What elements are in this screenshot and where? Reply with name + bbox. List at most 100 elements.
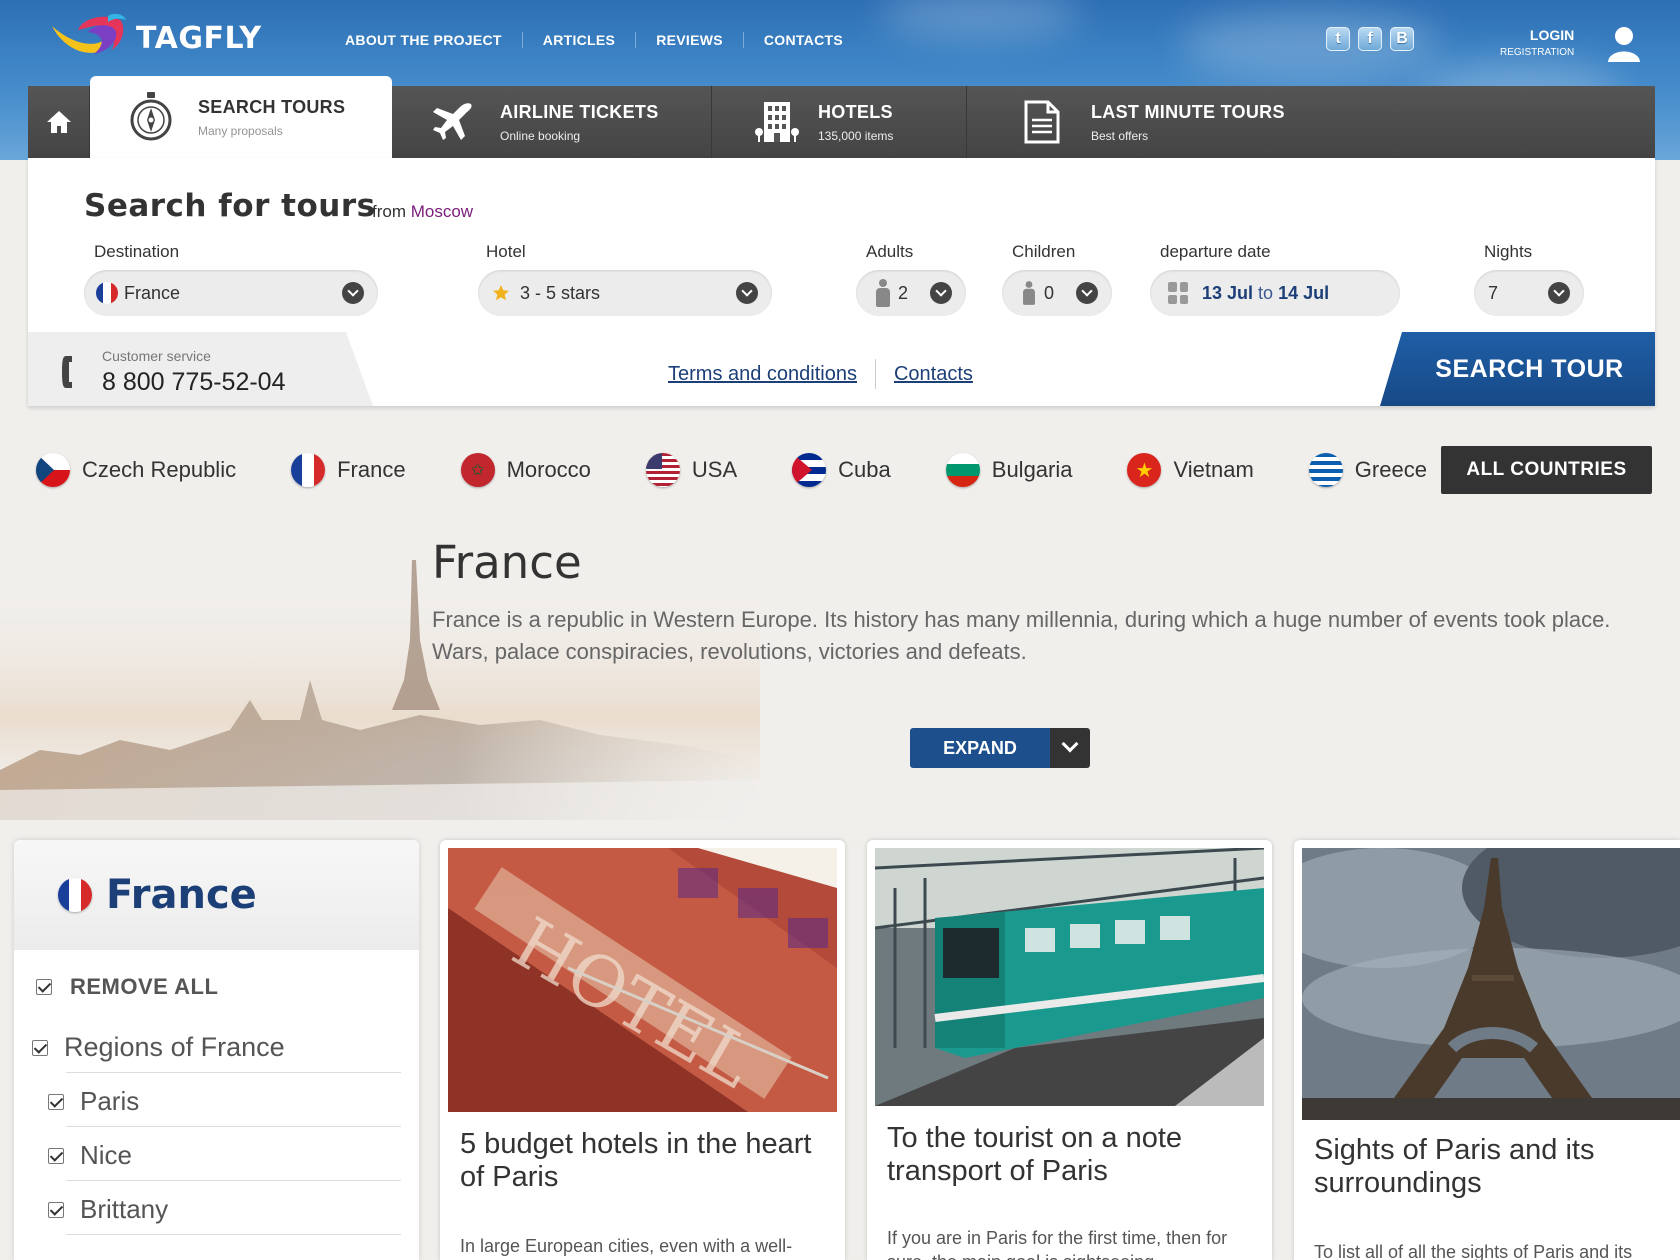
departure-date-picker[interactable]: 13 Jul to 14 Jul [1150,270,1400,316]
region-paris-checkbox[interactable]: Paris [48,1086,139,1117]
date-from: 13 Jul [1202,282,1254,303]
nav-about[interactable]: ABOUT THE PROJECT [345,32,522,48]
country-morocco[interactable]: ✩ Morocco [460,453,591,487]
country-france[interactable]: France [291,453,406,487]
tab-airline-tickets[interactable]: AIRLINE TICKETS Online booking [392,86,712,158]
destination-value: France [124,282,181,303]
nav-contacts[interactable]: CONTACTS [742,32,863,48]
expand-label: EXPAND [910,728,1050,768]
divider [66,1126,401,1127]
tour-search-panel: Search for tours from Moscow Destination… [28,158,1655,406]
chevron-down-icon [736,282,758,304]
cuba-flag-icon [792,453,827,487]
expand-button[interactable]: EXPAND [910,728,1090,768]
logo-icon [52,13,126,54]
departure-city: from Moscow [372,202,473,222]
checkbox-checked-icon [48,1201,64,1218]
description-line: France is a republic in Western Europe. … [432,607,1611,632]
all-countries-button[interactable]: ALL COUNTRIES [1441,446,1652,494]
contacts-link[interactable]: Contacts [894,363,973,386]
service-phone[interactable]: 8 800 775-52-04 [102,368,285,397]
region-brittany-checkbox[interactable]: Brittany [48,1194,168,1225]
twitter-icon[interactable]: t [1326,27,1350,51]
destination-label: Destination [94,242,180,261]
remove-all-label: REMOVE ALL [70,974,219,999]
tab-last-minute-tours[interactable]: LAST MINUTE TOURS Best offers [967,86,1655,158]
country-label: Vietnam [1173,457,1254,482]
login-link[interactable]: LOGIN [1500,27,1574,43]
tab-label: HOTELS [818,101,893,122]
regions-checkbox[interactable]: Regions of France [32,1032,285,1063]
child-icon [1023,281,1035,305]
article-card[interactable]: HOTEL 5 budget hotels in the heart of Pa… [440,840,845,1260]
morocco-flag-icon: ✩ [460,453,495,487]
article-card[interactable]: Sights of Paris and its surroundings To … [1294,840,1680,1260]
tab-sublabel: 135,000 items [818,128,894,143]
country-cuba[interactable]: Cuba [792,453,891,487]
divider [66,1072,401,1073]
facebook-icon[interactable]: f [1358,27,1382,51]
country-czech-republic[interactable]: Czech Republic [36,453,236,487]
children-select[interactable]: 0 [1002,270,1112,316]
vk-icon[interactable]: B [1390,27,1414,51]
checkbox-checked-icon [36,979,52,995]
tab-home[interactable] [28,86,90,158]
region-nice-checkbox[interactable]: Nice [48,1140,132,1171]
registration-link[interactable]: REGISTRATION [1500,47,1574,58]
greece-flag-icon [1308,453,1343,487]
france-flag-icon [58,878,92,912]
hotel-select[interactable]: 3 - 5 stars [478,270,772,316]
nav-reviews[interactable]: REVIEWS [635,32,743,48]
country-vietnam[interactable]: ★ Vietnam [1127,453,1254,487]
sidebar-title: France [106,872,257,918]
adults-value: 2 [898,282,909,303]
search-tour-button[interactable]: SEARCH TOUR [1380,332,1655,406]
divider [66,1180,401,1181]
service-tabs: SEARCH TOURS Many proposals AIRLINE TICK… [28,76,1655,158]
tab-label: LAST MINUTE TOURS [1091,101,1285,122]
article-card[interactable]: To the tourist on a note transport of Pa… [867,840,1272,1260]
region-filter-sidebar: France REMOVE ALL Regions of France Pari… [14,840,419,1260]
tab-label: SEARCH TOURS [198,96,346,117]
tab-search-tours[interactable]: SEARCH TOURS Many proposals [90,76,392,158]
tab-hotels[interactable]: HOTELS 135,000 items [712,86,967,158]
chevron-down-icon [930,282,952,304]
building-icon [755,102,799,142]
country-label: Czech Republic [82,457,237,482]
country-greece[interactable]: Greece [1308,453,1427,487]
brand-logo[interactable]: TAGFLY [48,12,262,64]
divider [66,1234,401,1235]
country-label: Bulgaria [991,457,1073,482]
checkbox-checked-icon [32,1039,48,1056]
country-label: USA [691,457,738,482]
phone-icon [62,356,72,388]
nights-select[interactable]: 7 [1474,270,1584,316]
terms-link[interactable]: Terms and conditions [668,363,857,386]
user-icon[interactable] [1607,26,1641,62]
date-range: 13 Jul to 14 Jul [1202,283,1329,304]
country-usa[interactable]: USA [645,453,738,487]
chevron-down-icon [342,282,364,304]
calendar-icon [1168,282,1188,304]
adults-select[interactable]: 2 [856,270,966,316]
search-title: Search for tours [84,188,376,224]
country-label: Greece [1354,457,1427,482]
checkbox-checked-icon [48,1093,64,1110]
date-to: 14 Jul [1278,282,1330,303]
hotel-sign-image: HOTEL [448,848,837,1112]
remove-all-checkbox[interactable]: REMOVE ALL [36,974,218,1000]
sidebar-header: France [14,840,419,950]
country-label: France [337,457,406,482]
children-label: Children [1012,242,1076,261]
destination-select[interactable]: France [84,270,378,316]
nav-articles[interactable]: ARTICLES [521,32,635,48]
country-filter: Czech Republic France ✩ Morocco USA Cuba… [36,446,1482,494]
social-links: t f B [1326,27,1414,51]
nights-value: 7 [1488,282,1499,303]
country-bulgaria[interactable]: Bulgaria [945,453,1073,487]
from-city-link[interactable]: Moscow [411,202,473,221]
hotel-label: Hotel [486,242,526,261]
children-value: 0 [1044,282,1055,303]
link-divider [874,359,876,389]
article-excerpt: In large European cities, even with a we… [460,1236,793,1256]
